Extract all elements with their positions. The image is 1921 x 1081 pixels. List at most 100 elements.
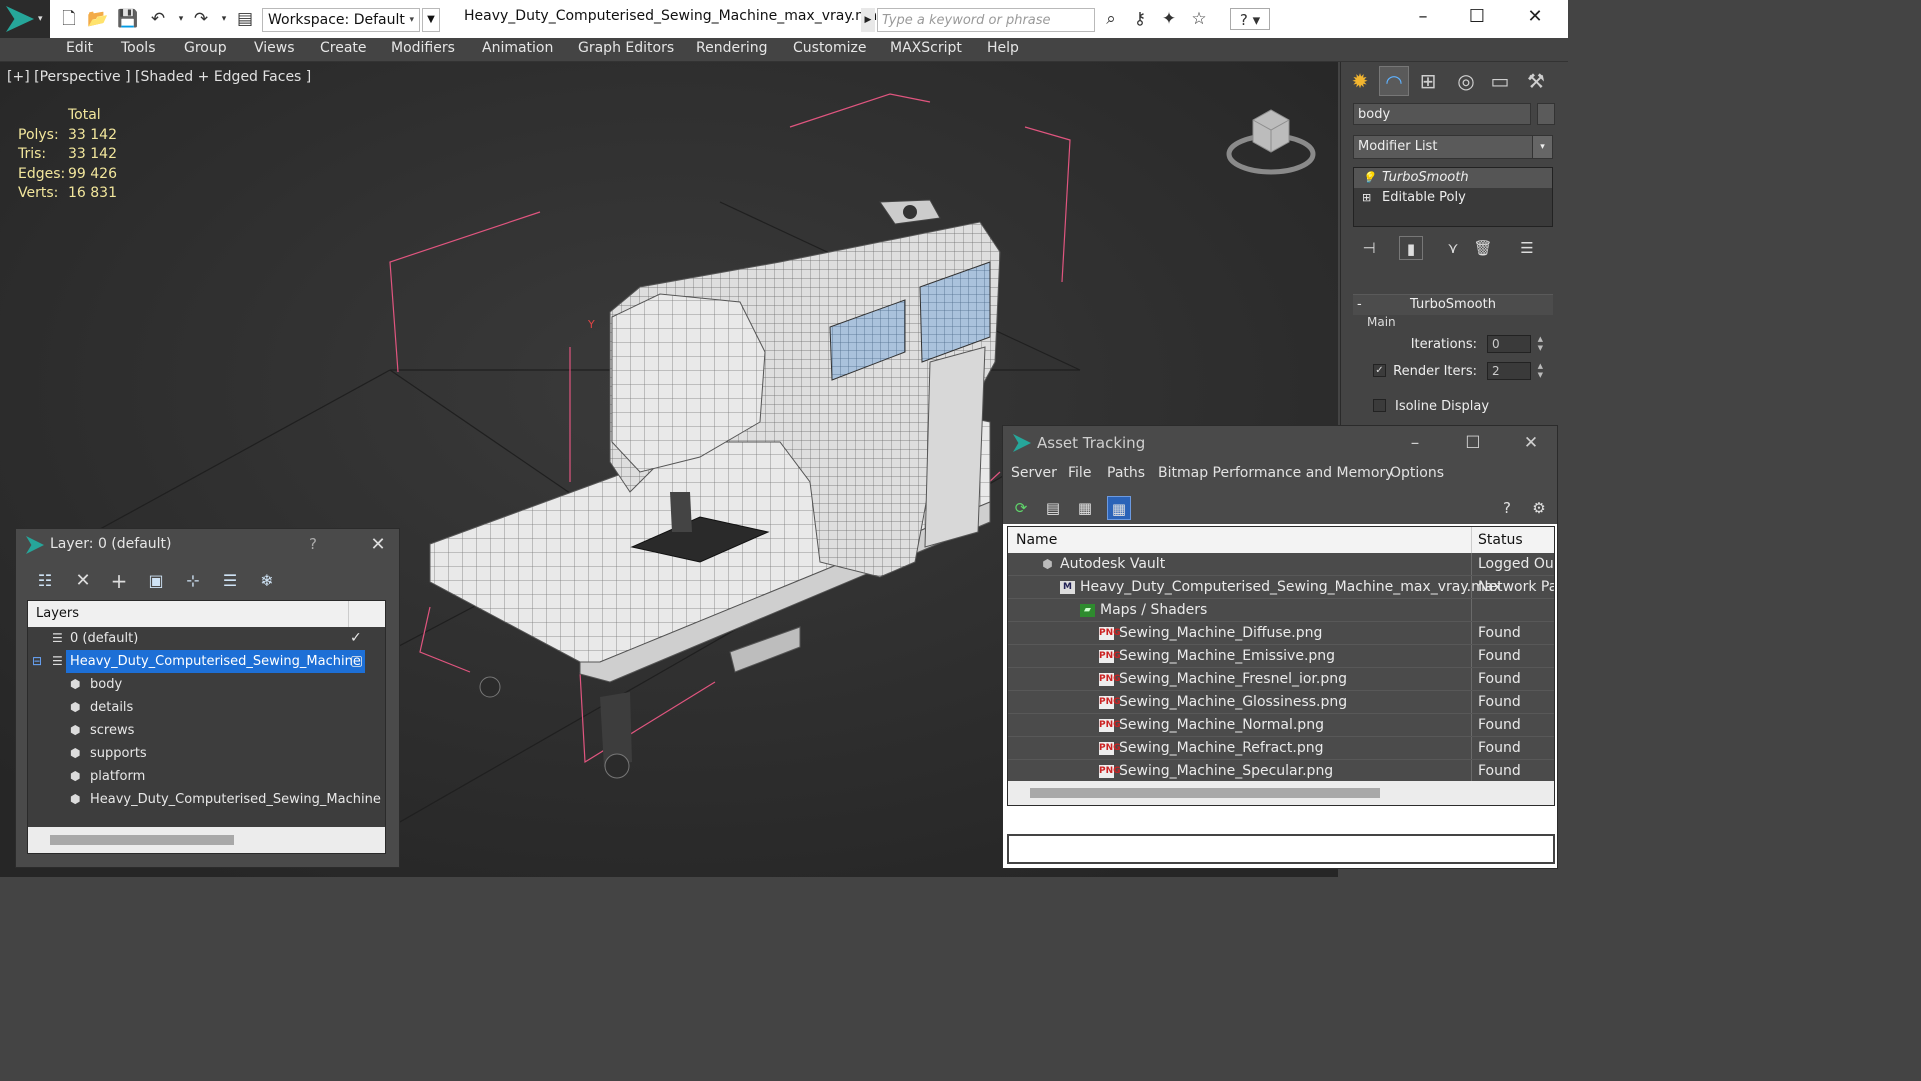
scrollbar-thumb[interactable] [1030,788,1380,798]
undo-icon[interactable]: ↶ [147,8,169,30]
viewport-label-menu[interactable]: [+] [Perspective ] [Shaded + Edged Faces… [7,69,311,85]
modifier-list-dropdown[interactable]: Modifier List ▾ [1353,135,1553,159]
render-iters-checkbox[interactable]: ✓ [1373,364,1386,377]
window-header[interactable]: Layer: 0 (default) ? ✕ [16,529,399,561]
delete-layer-icon[interactable]: ✕ [70,569,96,593]
app-menu-button[interactable]: ▾ [0,0,50,38]
menu-edit[interactable]: Edit [66,40,93,56]
column-layers[interactable]: Layers [36,606,79,621]
object-row[interactable]: ⬢ body [28,673,385,696]
layer-row-machine[interactable]: ⊟ ☰ Heavy_Duty_Computerised_Sewing_Machi… [28,650,385,673]
make-unique-icon[interactable]: ⋎ [1441,236,1465,260]
asset-row-maps[interactable]: ▰ Maps / Shaders [1008,599,1554,622]
menu-server[interactable]: Server [1011,465,1057,481]
asset-row-png[interactable]: PNG Sewing_Machine_Refract.png Found [1008,737,1554,760]
search-expand-icon[interactable]: ▶ [861,8,875,32]
search-input[interactable] [877,8,1095,32]
create-tab-icon[interactable]: ✹ [1345,66,1375,96]
minimize-button[interactable]: – [1395,430,1435,456]
help-dropdown-icon[interactable]: ? ▾ [1230,8,1270,30]
freeze-all-icon[interactable]: ❄ [254,569,280,593]
menu-animation[interactable]: Animation [482,40,553,56]
layer-row-default[interactable]: ☰ 0 (default) ✓ [28,627,385,650]
asset-row-png[interactable]: PNG Sewing_Machine_Diffuse.png Found [1008,622,1554,645]
asset-path-field[interactable] [1007,834,1555,864]
expand-plus-icon[interactable]: ⊞ [1362,188,1371,208]
column-status[interactable]: Status [1478,527,1523,553]
minimize-button[interactable]: – [1402,4,1444,30]
object-row[interactable]: ⬢ details [28,696,385,719]
asset-row-vault[interactable]: ⬢ Autodesk Vault Logged Out [1008,553,1554,576]
object-row[interactable]: ⬢ platform [28,765,385,788]
maximize-button[interactable]: ☐ [1456,4,1498,30]
isoline-checkbox[interactable] [1373,399,1386,412]
redo-icon[interactable]: ↷ [190,8,212,30]
object-color-swatch[interactable] [1537,103,1555,125]
object-row[interactable]: ⬢ screws [28,719,385,742]
help-icon[interactable]: ? [1495,496,1519,520]
configure-sets-icon[interactable]: ☰ [1515,236,1539,260]
select-objects-icon[interactable]: ▣ [143,569,169,593]
menu-file[interactable]: File [1068,465,1091,481]
utilities-tab-icon[interactable]: ⚒ [1521,66,1551,96]
asset-row-png[interactable]: PNG Sewing_Machine_Glossiness.png Found [1008,691,1554,714]
rollout-header[interactable]: - TurboSmooth [1353,295,1553,315]
thumbnail-view-icon[interactable]: ▦ [1073,496,1097,520]
menu-tools[interactable]: Tools [121,40,156,56]
collapse-icon[interactable]: ⊟ [32,650,42,673]
hide-all-icon[interactable]: ☰ [217,569,243,593]
menu-views[interactable]: Views [254,40,295,56]
spinner-arrows-icon[interactable]: ▲ ▼ [1538,335,1543,353]
menu-customize[interactable]: Customize [793,40,867,56]
favorites-star-icon[interactable]: ☆ [1188,8,1210,30]
menu-options[interactable]: Options [1390,465,1444,481]
settings-help-icon[interactable]: ⚙ [1527,496,1551,520]
show-end-result-icon[interactable]: ▮ [1399,236,1423,260]
list-view-icon[interactable]: ▤ [1041,496,1065,520]
menu-rendering[interactable]: Rendering [696,40,768,56]
asset-row-max-file[interactable]: M Heavy_Duty_Computerised_Sewing_Machine… [1008,576,1554,599]
hierarchy-tab-icon[interactable]: ⊞ [1413,66,1443,96]
close-window-button[interactable]: ✕ [364,532,392,558]
horizontal-scrollbar[interactable] [28,827,385,853]
close-window-button[interactable]: ✕ [1511,430,1551,456]
menu-bitmap-performance[interactable]: Bitmap Performance and Memory [1158,465,1393,481]
menu-create[interactable]: Create [320,40,367,56]
undo-dropdown-icon[interactable]: ▾ [170,8,192,30]
workspace-menu-button[interactable]: ▼ [422,8,440,32]
menu-maxscript[interactable]: MAXScript [890,40,962,56]
render-iters-field[interactable]: 2 [1487,362,1531,380]
workspace-dropdown[interactable]: Workspace: Default ▾ [262,8,420,32]
stack-item-turbosmooth[interactable]: 💡 TurboSmooth [1354,168,1552,188]
binoculars-icon[interactable]: ⌕ [1100,8,1122,30]
pin-stack-icon[interactable]: ⊣ [1357,236,1381,260]
object-row[interactable]: ⬢ Heavy_Duty_Computerised_Sewing_Machine [28,788,385,811]
communication-icon[interactable]: ✦ [1158,8,1180,30]
horizontal-scrollbar[interactable] [1008,781,1554,805]
object-row[interactable]: ⬢ supports [28,742,385,765]
open-file-icon[interactable]: 📂 [87,8,109,30]
object-name-field[interactable] [1353,103,1531,125]
help-button[interactable]: ? [309,535,317,553]
create-layer-icon[interactable]: ☷ [32,569,58,593]
menu-group[interactable]: Group [184,40,227,56]
project-folder-icon[interactable]: ▤ [234,8,256,30]
viewcube-icon[interactable] [1225,102,1317,182]
motion-tab-icon[interactable]: ◎ [1451,66,1481,96]
lightbulb-icon[interactable]: 💡 [1362,168,1376,188]
window-header[interactable]: Asset Tracking – ☐ ✕ [1003,426,1557,460]
menu-modifiers[interactable]: Modifiers [391,40,455,56]
active-layer-check-icon[interactable]: ✓ [350,627,362,650]
menu-help[interactable]: Help [987,40,1019,56]
table-view-icon[interactable]: ▦ [1107,496,1131,520]
iterations-field[interactable]: 0 [1487,335,1531,353]
scrollbar-thumb[interactable] [50,835,234,845]
close-button[interactable]: ✕ [1514,4,1556,30]
maximize-button[interactable]: ☐ [1453,430,1493,456]
make-active-icon[interactable]: ▢ [350,650,363,673]
spinner-arrows-icon[interactable]: ▲ ▼ [1538,362,1543,380]
asset-row-png[interactable]: PNG Sewing_Machine_Fresnel_ior.png Found [1008,668,1554,691]
asset-row-png[interactable]: PNG Sewing_Machine_Specular.png Found [1008,760,1554,783]
save-icon[interactable]: 💾 [117,8,139,30]
refresh-icon[interactable]: ⟳ [1009,496,1033,520]
